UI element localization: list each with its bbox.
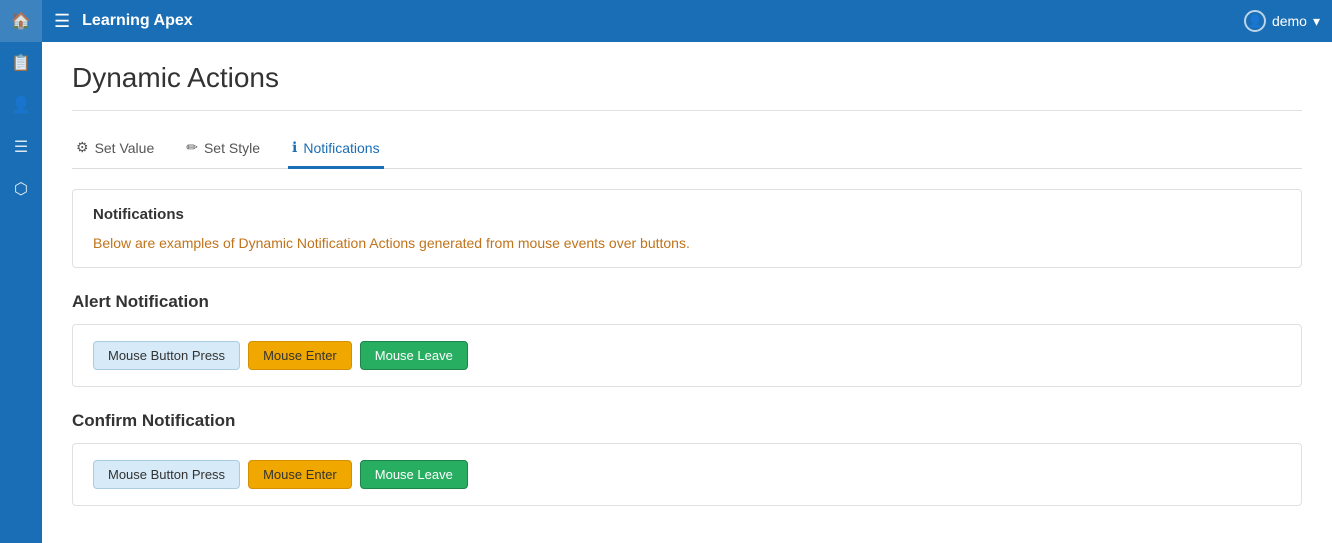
sidebar-item-home[interactable]: 🏠 [0, 0, 42, 42]
info-box-title: Notifications [93, 206, 1281, 223]
confirm-mouse-enter[interactable]: Mouse Enter [248, 460, 352, 489]
alert-mouse-button-press[interactable]: Mouse Button Press [93, 341, 240, 370]
user-menu[interactable]: 👤 demo ▾ [1244, 10, 1320, 32]
hamburger-icon[interactable]: ☰ [54, 11, 70, 32]
topbar: ☰ Learning Apex 👤 demo ▾ [42, 0, 1332, 42]
confirm-button-group: Mouse Button Press Mouse Enter Mouse Lea… [72, 443, 1302, 506]
alert-section: Alert Notification Mouse Button Press Mo… [72, 292, 1302, 387]
sidebar-item-users[interactable]: 👤 [0, 84, 42, 126]
alert-mouse-enter[interactable]: Mouse Enter [248, 341, 352, 370]
tab-notifications[interactable]: ℹ Notifications [288, 131, 384, 169]
page-title: Dynamic Actions [72, 62, 1302, 111]
user-name: demo [1272, 13, 1307, 29]
confirm-mouse-button-press[interactable]: Mouse Button Press [93, 460, 240, 489]
set-value-icon: ⚙ [76, 139, 89, 156]
info-box: Notifications Below are examples of Dyna… [72, 189, 1302, 268]
confirm-mouse-leave[interactable]: Mouse Leave [360, 460, 468, 489]
notifications-icon: ℹ [292, 139, 297, 156]
sidebar: 🏠 📋 👤 ☰ ⬡ [0, 0, 42, 543]
sidebar-item-network[interactable]: ⬡ [0, 168, 42, 210]
user-dropdown-icon: ▾ [1313, 13, 1320, 30]
set-style-icon: ✏ [186, 139, 198, 156]
sidebar-item-list[interactable]: ☰ [0, 126, 42, 168]
alert-section-title: Alert Notification [72, 292, 1302, 312]
tabs-bar: ⚙ Set Value ✏ Set Style ℹ Notifications [72, 131, 1302, 169]
info-box-text: Below are examples of Dynamic Notificati… [93, 235, 1281, 251]
user-avatar-icon: 👤 [1244, 10, 1266, 32]
alert-button-group: Mouse Button Press Mouse Enter Mouse Lea… [72, 324, 1302, 387]
alert-mouse-leave[interactable]: Mouse Leave [360, 341, 468, 370]
confirm-section: Confirm Notification Mouse Button Press … [72, 411, 1302, 506]
tab-set-style-label: Set Style [204, 140, 260, 156]
confirm-section-title: Confirm Notification [72, 411, 1302, 431]
content-area: Dynamic Actions ⚙ Set Value ✏ Set Style … [42, 42, 1332, 543]
tab-set-value-label: Set Value [95, 140, 155, 156]
main-area: ☰ Learning Apex 👤 demo ▾ Dynamic Actions… [42, 0, 1332, 543]
app-title: Learning Apex [82, 12, 1244, 30]
tab-notifications-label: Notifications [303, 140, 379, 156]
tab-set-value[interactable]: ⚙ Set Value [72, 131, 158, 169]
tab-set-style[interactable]: ✏ Set Style [182, 131, 264, 169]
sidebar-item-copy[interactable]: 📋 [0, 42, 42, 84]
